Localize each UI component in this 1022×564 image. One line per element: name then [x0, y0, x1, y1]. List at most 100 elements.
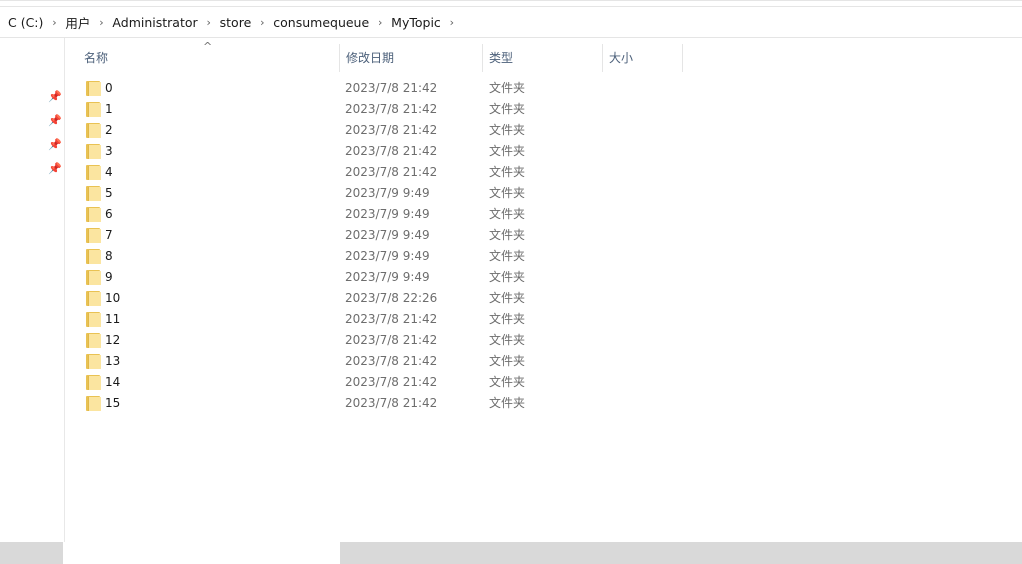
folder-icon: [86, 81, 101, 96]
pin-icon[interactable]: 📌: [48, 115, 62, 127]
file-name[interactable]: 12: [105, 330, 120, 351]
file-row[interactable]: 12 2023/7/8 21:42 文件夹: [65, 330, 1022, 351]
folder-icon: [86, 186, 101, 201]
file-row[interactable]: 14 2023/7/8 21:42 文件夹: [65, 372, 1022, 393]
file-type: 文件夹: [489, 291, 526, 305]
file-row[interactable]: 0 2023/7/8 21:42 文件夹: [65, 78, 1022, 99]
file-date: 2023/7/9 9:49: [345, 207, 430, 221]
file-explorer-window: C (C:) › 用户 › Administrator › store › co…: [0, 0, 1022, 564]
file-row[interactable]: 11 2023/7/8 21:42 文件夹: [65, 309, 1022, 330]
file-type: 文件夹: [489, 228, 526, 242]
breadcrumb-mytopic[interactable]: MyTopic: [389, 15, 443, 30]
breadcrumb-consumequeue[interactable]: consumequeue: [271, 15, 371, 30]
file-date: 2023/7/8 22:26: [345, 291, 438, 305]
file-name[interactable]: 4: [105, 162, 113, 183]
breadcrumb-store[interactable]: store: [218, 15, 254, 30]
column-separator[interactable]: [682, 44, 683, 72]
file-type: 文件夹: [489, 102, 526, 116]
folder-icon: [86, 165, 101, 180]
file-date: 2023/7/8 21:42: [345, 375, 438, 389]
column-header-type[interactable]: 类型: [483, 44, 602, 72]
file-name[interactable]: 2: [105, 120, 113, 141]
file-type: 文件夹: [489, 333, 526, 347]
chevron-right-icon[interactable]: ›: [45, 16, 63, 29]
file-type: 文件夹: [489, 207, 526, 221]
file-name[interactable]: 5: [105, 183, 113, 204]
column-header-date-modified[interactable]: 修改日期: [340, 44, 482, 72]
address-bar[interactable]: C (C:) › 用户 › Administrator › store › co…: [0, 7, 1022, 38]
file-name[interactable]: 6: [105, 204, 113, 225]
pin-icon[interactable]: 📌: [48, 163, 62, 175]
file-row[interactable]: 1 2023/7/8 21:42 文件夹: [65, 99, 1022, 120]
file-name[interactable]: 7: [105, 225, 113, 246]
chevron-right-icon[interactable]: ›: [443, 16, 461, 29]
file-type: 文件夹: [489, 165, 526, 179]
file-row[interactable]: 6 2023/7/9 9:49 文件夹: [65, 204, 1022, 225]
file-date: 2023/7/8 21:42: [345, 123, 438, 137]
chevron-right-icon[interactable]: ›: [371, 16, 389, 29]
file-date: 2023/7/8 21:42: [345, 354, 438, 368]
file-name[interactable]: 13: [105, 351, 120, 372]
file-name[interactable]: 1: [105, 99, 113, 120]
folder-icon: [86, 396, 101, 411]
file-date: 2023/7/8 21:42: [345, 102, 438, 116]
file-type: 文件夹: [489, 375, 526, 389]
chevron-right-icon[interactable]: ›: [253, 16, 271, 29]
folder-icon: [86, 249, 101, 264]
horizontal-scrollbar-thumb[interactable]: [340, 542, 1022, 564]
file-date: 2023/7/8 21:42: [345, 144, 438, 158]
breadcrumb-users[interactable]: 用户: [63, 13, 92, 32]
folder-icon: [86, 144, 101, 159]
file-name[interactable]: 0: [105, 78, 113, 99]
file-date: 2023/7/8 21:42: [345, 312, 438, 326]
file-type: 文件夹: [489, 312, 526, 326]
file-row[interactable]: 13 2023/7/8 21:42 文件夹: [65, 351, 1022, 372]
breadcrumb-administrator[interactable]: Administrator: [110, 15, 199, 30]
column-header-size[interactable]: 大小: [603, 44, 682, 72]
file-row[interactable]: 9 2023/7/9 9:49 文件夹: [65, 267, 1022, 288]
file-name[interactable]: 9: [105, 267, 113, 288]
folder-icon: [86, 375, 101, 390]
file-row[interactable]: 4 2023/7/8 21:42 文件夹: [65, 162, 1022, 183]
pin-icon[interactable]: 📌: [48, 139, 62, 151]
folder-icon: [86, 228, 101, 243]
file-type: 文件夹: [489, 249, 526, 263]
folder-icon: [86, 312, 101, 327]
file-name[interactable]: 11: [105, 309, 120, 330]
folder-icon: [86, 333, 101, 348]
folder-icon: [86, 354, 101, 369]
scrollbar-track[interactable]: [63, 542, 340, 564]
file-row[interactable]: 7 2023/7/9 9:49 文件夹: [65, 225, 1022, 246]
file-row[interactable]: 15 2023/7/8 21:42 文件夹: [65, 393, 1022, 414]
file-date: 2023/7/9 9:49: [345, 270, 430, 284]
chevron-right-icon[interactable]: ›: [92, 16, 110, 29]
file-name[interactable]: 8: [105, 246, 113, 267]
file-name[interactable]: 14: [105, 372, 120, 393]
file-list: ^ 名称 修改日期 类型 大小 0 2023/7/8 21:42 文件夹 1 2…: [65, 38, 1022, 542]
file-row[interactable]: 2 2023/7/8 21:42 文件夹: [65, 120, 1022, 141]
column-header-name[interactable]: 名称: [78, 44, 339, 72]
file-type: 文件夹: [489, 396, 526, 410]
file-row[interactable]: 5 2023/7/9 9:49 文件夹: [65, 183, 1022, 204]
file-date: 2023/7/9 9:49: [345, 186, 430, 200]
breadcrumb-c-drive[interactable]: C (C:): [6, 15, 45, 30]
file-name[interactable]: 3: [105, 141, 113, 162]
file-date: 2023/7/8 21:42: [345, 396, 438, 410]
file-date: 2023/7/8 21:42: [345, 81, 438, 95]
file-date: 2023/7/8 21:42: [345, 333, 438, 347]
chevron-right-icon[interactable]: ›: [200, 16, 218, 29]
folder-icon: [86, 207, 101, 222]
file-row[interactable]: 10 2023/7/8 22:26 文件夹: [65, 288, 1022, 309]
file-name[interactable]: 15: [105, 393, 120, 414]
file-type: 文件夹: [489, 270, 526, 284]
file-name[interactable]: 10: [105, 288, 120, 309]
file-row[interactable]: 8 2023/7/9 9:49 文件夹: [65, 246, 1022, 267]
file-row[interactable]: 3 2023/7/8 21:42 文件夹: [65, 141, 1022, 162]
nav-pane-scrollbar[interactable]: [0, 542, 63, 564]
folder-icon: [86, 102, 101, 117]
navigation-pane: 📌 📌 📌 📌: [0, 38, 65, 542]
pin-icon[interactable]: 📌: [48, 91, 62, 103]
ribbon-divider: [0, 0, 1022, 1]
folder-icon: [86, 291, 101, 306]
file-date: 2023/7/8 21:42: [345, 165, 438, 179]
